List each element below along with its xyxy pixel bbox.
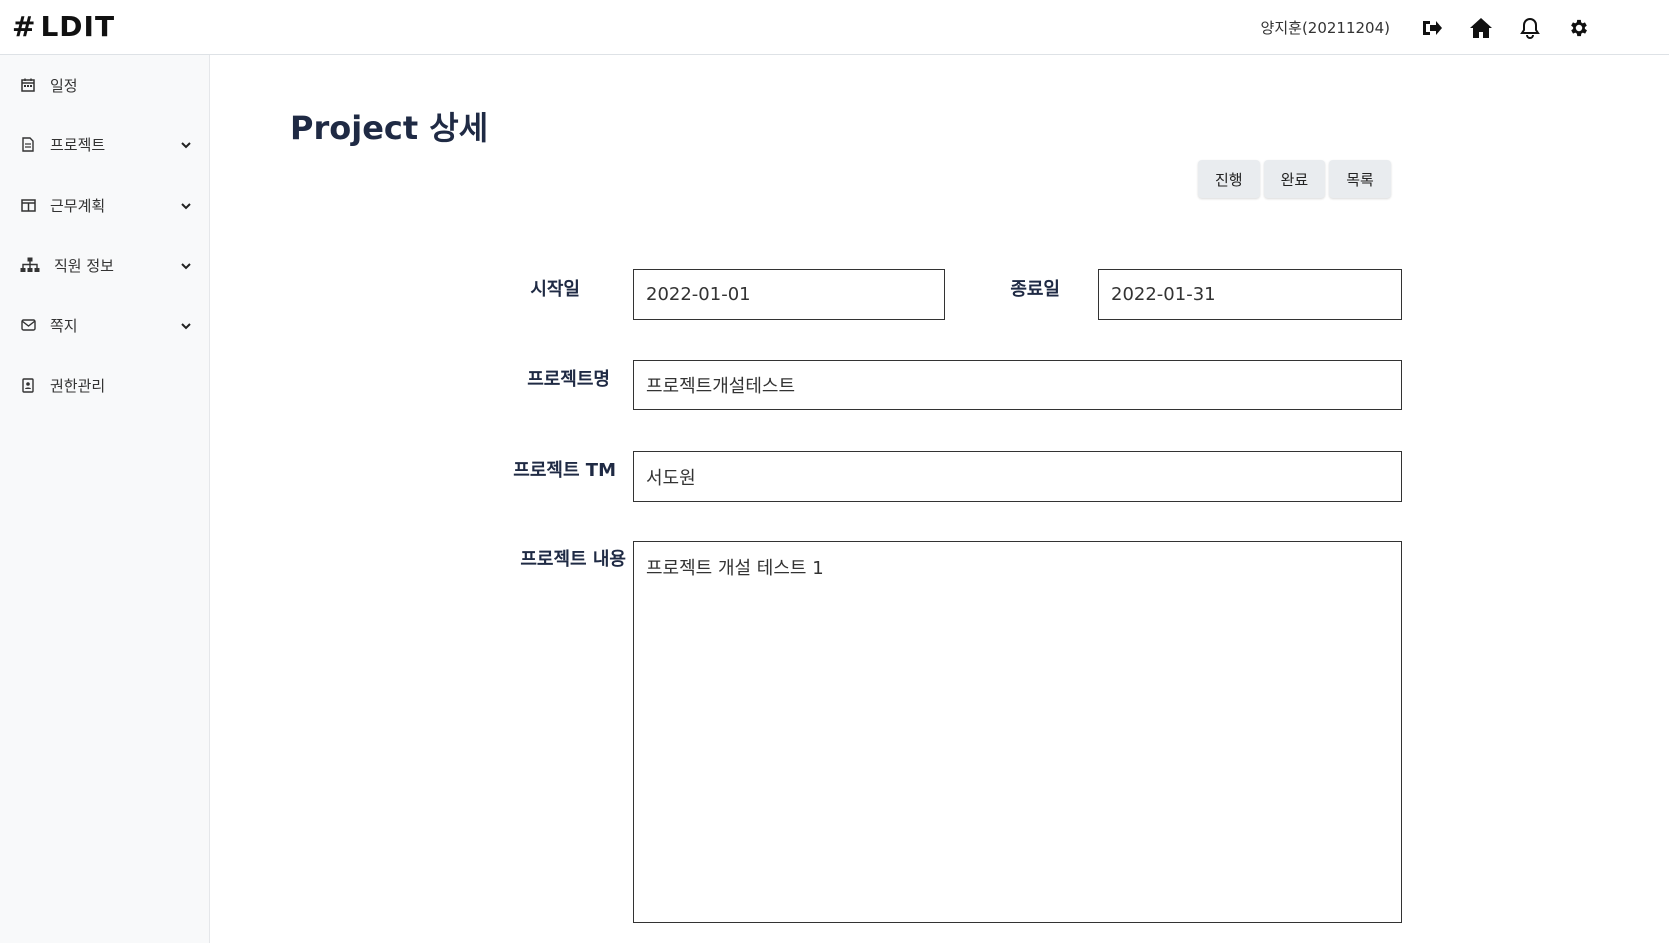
home-icon[interactable] <box>1469 16 1493 40</box>
logo[interactable]: # LDIT <box>12 10 115 43</box>
sidebar-item-label: 직원 정보 <box>54 256 114 275</box>
chevron-down-icon[interactable] <box>180 318 192 330</box>
columns-icon <box>20 197 36 213</box>
progress-button[interactable]: 진행 <box>1198 160 1260 198</box>
top-navbar: # LDIT 양지훈(20211204) <box>0 0 1669 55</box>
chevron-down-icon[interactable] <box>180 137 192 149</box>
sidebar-item-label: 권한관리 <box>50 376 106 395</box>
id-badge-icon <box>20 377 36 393</box>
logout-icon[interactable] <box>1420 16 1444 40</box>
end-date-field[interactable]: 2022-01-31 <box>1098 269 1402 320</box>
logo-hash-icon: # <box>12 10 35 43</box>
sidebar: 일정 프로젝트 근무계획 직원 정보 쪽지 권한관리 <box>0 55 210 943</box>
sidebar-item-project[interactable]: 프로젝트 <box>0 124 210 164</box>
calendar-icon <box>20 77 36 93</box>
sidebar-item-message[interactable]: 쪽지 <box>0 305 210 345</box>
start-date-label: 시작일 <box>530 279 580 300</box>
user-name: 양지훈(20211204) <box>1260 19 1390 37</box>
project-tm-label: 프로젝트 TM <box>513 460 616 481</box>
chevron-down-icon[interactable] <box>180 258 192 270</box>
complete-button[interactable]: 완료 <box>1263 160 1326 198</box>
chevron-down-icon[interactable] <box>180 198 192 210</box>
project-name-label: 프로젝트명 <box>527 369 610 390</box>
sidebar-item-label: 근무계획 <box>50 196 106 215</box>
start-date-field[interactable]: 2022-01-01 <box>633 269 945 320</box>
sidebar-item-permission[interactable]: 권한관리 <box>0 365 210 405</box>
org-chart-icon <box>20 257 40 273</box>
sidebar-item-label: 프로젝트 <box>50 135 106 154</box>
sidebar-item-schedule[interactable]: 일정 <box>0 65 210 105</box>
document-icon <box>20 136 36 152</box>
end-date-label: 종료일 <box>1010 279 1060 300</box>
brand-name: LDIT <box>40 10 116 43</box>
sidebar-item-employee-info[interactable]: 직원 정보 <box>0 245 210 285</box>
page-title: Project 상세 <box>290 109 489 147</box>
bell-icon[interactable] <box>1518 16 1542 40</box>
project-tm-field[interactable]: 서도원 <box>633 451 1402 502</box>
list-button[interactable]: 목록 <box>1329 160 1391 198</box>
project-content-label: 프로젝트 내용 <box>520 549 626 570</box>
sidebar-item-work-plan[interactable]: 근무계획 <box>0 185 210 225</box>
sidebar-item-label: 일정 <box>50 76 78 95</box>
action-buttons: 진행 완료 목록 <box>1198 160 1391 198</box>
main-content: Project 상세 진행 완료 목록 시작일 2022-01-01 종료일 2… <box>210 55 1669 943</box>
project-content-textarea[interactable]: 프로젝트 개설 테스트 1 <box>633 541 1402 923</box>
project-name-field[interactable]: 프로젝트개설테스트 <box>633 360 1402 410</box>
sidebar-item-label: 쪽지 <box>50 316 78 335</box>
top-right-group: 양지훈(20211204) <box>1261 0 1669 55</box>
settings-icon[interactable] <box>1567 16 1591 40</box>
envelope-icon <box>20 317 36 333</box>
